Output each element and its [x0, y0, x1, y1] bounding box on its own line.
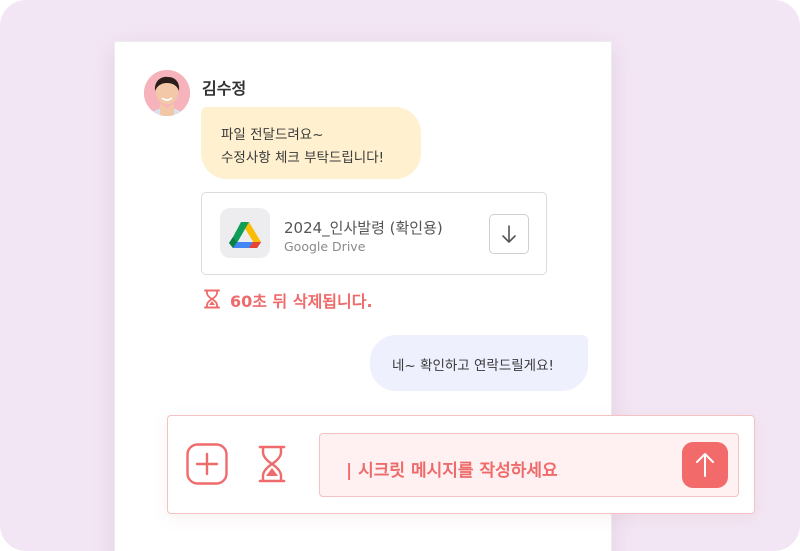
- sender-name: 김수정: [202, 79, 247, 98]
- avatar-image: [144, 70, 190, 116]
- message-composer: | 시크릿 메시지를 작성하세요: [167, 415, 755, 514]
- stage: 김수정 파일 전달드려요~ 수정사항 체크 부탁드립니다! 2024_인사발령 …: [0, 0, 800, 551]
- file-name: 2024_인사발령 (확인용): [284, 219, 443, 237]
- incoming-message-line: 파일 전달드려요~: [221, 127, 324, 143]
- message-placeholder: | 시크릿 메시지를 작성하세요: [346, 461, 558, 481]
- outgoing-message-bubble: 네~ 확인하고 연락드릴게요!: [370, 335, 588, 391]
- avatar[interactable]: [144, 70, 190, 116]
- file-source: Google Drive: [284, 239, 366, 254]
- download-arrow-icon: [502, 225, 516, 243]
- outgoing-message-text: 네~ 확인하고 연락드릴게요!: [392, 358, 554, 374]
- google-drive-icon: [220, 208, 270, 258]
- secret-timer-button[interactable]: [257, 445, 287, 483]
- message-input[interactable]: | 시크릿 메시지를 작성하세요: [319, 433, 739, 497]
- file-attachment[interactable]: 2024_인사발령 (확인용) Google Drive: [201, 192, 547, 275]
- send-button[interactable]: [682, 442, 728, 488]
- incoming-message-line: 수정사항 체크 부탁드립니다!: [221, 150, 385, 166]
- incoming-message-bubble: 파일 전달드려요~ 수정사항 체크 부탁드립니다!: [201, 107, 421, 179]
- hourglass-icon: [203, 289, 221, 309]
- arrow-up-icon: [696, 453, 714, 477]
- add-attachment-button[interactable]: [186, 443, 228, 485]
- download-button[interactable]: [489, 214, 529, 254]
- plus-icon: [186, 443, 228, 485]
- hourglass-icon: [258, 445, 286, 483]
- expiry-notice: 60초 뒤 삭제됩니다.: [230, 292, 373, 311]
